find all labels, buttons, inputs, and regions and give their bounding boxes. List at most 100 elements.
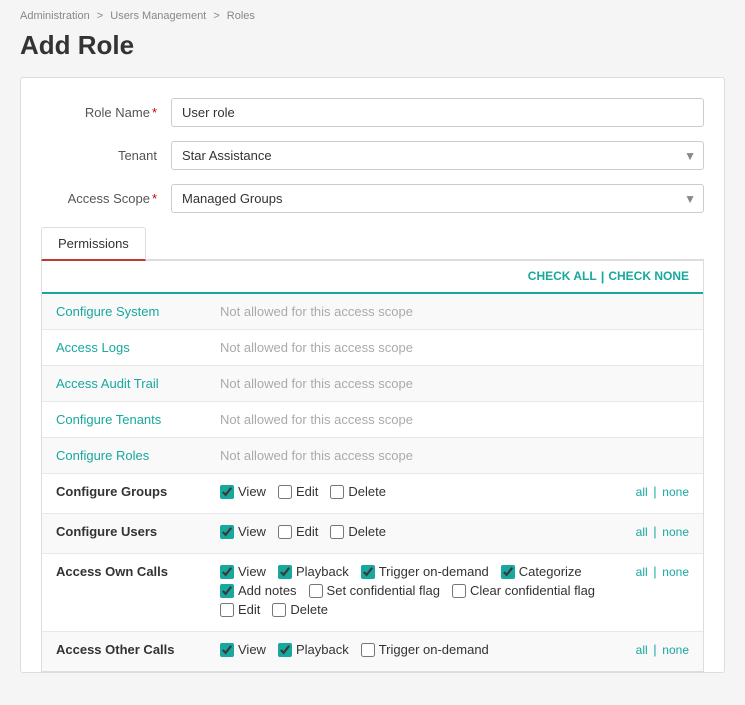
controls-wrap: View Edit Delete	[220, 524, 614, 543]
table-row: Configure Tenants Not allowed for this a…	[42, 402, 703, 438]
perm-name: Access Audit Trail	[56, 376, 159, 391]
access-scope-label: Access Scope*	[41, 191, 171, 206]
ctrl-delete[interactable]: Delete	[330, 484, 386, 499]
checkbox-trigger[interactable]	[361, 565, 375, 579]
table-row: Configure Groups View Edit Delete	[42, 474, 703, 514]
ctrl-view[interactable]: View	[220, 524, 266, 539]
all-link[interactable]: all	[636, 565, 648, 579]
check-all-link[interactable]: CHECK ALL	[528, 269, 597, 284]
controls-wrap: View Edit Delete	[220, 484, 614, 503]
ctrl-trigger[interactable]: Trigger on-demand	[361, 564, 489, 579]
perm-all-none: all | none	[636, 642, 689, 657]
tab-nav: Permissions	[41, 227, 704, 261]
all-link[interactable]: all	[636, 643, 648, 657]
ctrl-view[interactable]: View	[220, 564, 266, 579]
checkbox-clearconf[interactable]	[452, 584, 466, 598]
checkbox-addnotes[interactable]	[220, 584, 234, 598]
tab-content: CHECK ALL | CHECK NONE Configure System …	[41, 261, 704, 672]
perm-name: Configure Roles	[56, 448, 149, 463]
table-row: Access Own Calls View Playback Trigger o…	[42, 554, 703, 632]
tenant-label: Tenant	[41, 148, 171, 163]
all-link[interactable]: all	[636, 525, 648, 539]
ctrl-edit[interactable]: Edit	[220, 602, 260, 617]
table-row: Access Other Calls View Playback Trigger…	[42, 632, 703, 672]
none-link[interactable]: none	[662, 485, 689, 499]
permissions-table: Configure System Not allowed for this ac…	[42, 294, 703, 671]
perm-name: Access Logs	[56, 340, 130, 355]
checkbox-trigger[interactable]	[361, 643, 375, 657]
breadcrumb-admin[interactable]: Administration	[20, 10, 90, 22]
perm-all-none: all | none	[636, 484, 689, 499]
not-allowed-text: Not allowed for this access scope	[220, 412, 413, 427]
breadcrumb-roles[interactable]: Roles	[227, 10, 255, 22]
none-link[interactable]: none	[662, 643, 689, 657]
perm-name: Configure Groups	[56, 484, 167, 499]
checkbox-delete[interactable]	[330, 485, 344, 499]
check-separator: |	[601, 269, 605, 284]
role-name-input[interactable]	[171, 98, 704, 127]
table-row: Access Audit Trail Not allowed for this …	[42, 366, 703, 402]
none-link[interactable]: none	[662, 565, 689, 579]
perm-name: Access Other Calls	[56, 642, 175, 657]
check-none-link[interactable]: CHECK NONE	[608, 269, 689, 284]
perm-name: Configure Users	[56, 524, 157, 539]
ctrl-playback[interactable]: Playback	[278, 642, 349, 657]
tabs-section: Permissions CHECK ALL | CHECK NONE Confi…	[41, 227, 704, 672]
ctrl-playback[interactable]: Playback	[278, 564, 349, 579]
ctrl-view[interactable]: View	[220, 642, 266, 657]
not-allowed-text: Not allowed for this access scope	[220, 340, 413, 355]
tenant-row: Tenant Star Assistance ▼	[41, 141, 704, 170]
role-name-row: Role Name*	[41, 98, 704, 127]
access-scope-row: Access Scope* Managed Groups ▼	[41, 184, 704, 213]
checkbox-playback[interactable]	[278, 643, 292, 657]
tab-permissions[interactable]: Permissions	[41, 227, 146, 261]
ctrl-addnotes[interactable]: Add notes	[220, 583, 297, 598]
perm-name: Configure Tenants	[56, 412, 161, 427]
checkbox-edit[interactable]	[278, 525, 292, 539]
checkbox-playback[interactable]	[278, 565, 292, 579]
perm-all-none: all | none	[636, 564, 689, 579]
checkbox-delete[interactable]	[330, 525, 344, 539]
checkbox-delete[interactable]	[272, 603, 286, 617]
table-row: Configure Users View Edit Delete	[42, 514, 703, 554]
table-row: Configure System Not allowed for this ac…	[42, 294, 703, 330]
not-allowed-text: Not allowed for this access scope	[220, 448, 413, 463]
perm-name: Configure System	[56, 304, 159, 319]
checkbox-setconf[interactable]	[309, 584, 323, 598]
ctrl-edit[interactable]: Edit	[278, 524, 318, 539]
access-scope-select[interactable]: Managed Groups	[171, 184, 704, 213]
all-link[interactable]: all	[636, 485, 648, 499]
ctrl-delete[interactable]: Delete	[330, 524, 386, 539]
checkbox-view[interactable]	[220, 565, 234, 579]
table-row: Configure Roles Not allowed for this acc…	[42, 438, 703, 474]
table-row: Access Logs Not allowed for this access …	[42, 330, 703, 366]
ctrl-setconf[interactable]: Set confidential flag	[309, 583, 440, 598]
none-link[interactable]: none	[662, 525, 689, 539]
ctrl-delete[interactable]: Delete	[272, 602, 328, 617]
ctrl-trigger[interactable]: Trigger on-demand	[361, 642, 489, 657]
breadcrumb: Administration > Users Management > Role…	[20, 10, 725, 22]
access-scope-select-wrapper: Managed Groups ▼	[171, 184, 704, 213]
checkbox-categorize[interactable]	[501, 565, 515, 579]
ctrl-edit[interactable]: Edit	[278, 484, 318, 499]
page-title: Add Role	[20, 30, 725, 61]
ctrl-view[interactable]: View	[220, 484, 266, 499]
check-all-row: CHECK ALL | CHECK NONE	[42, 261, 703, 294]
checkbox-edit[interactable]	[220, 603, 234, 617]
page: Administration > Users Management > Role…	[0, 0, 745, 705]
ctrl-categorize[interactable]: Categorize	[501, 564, 582, 579]
ctrl-clearconf[interactable]: Clear confidential flag	[452, 583, 595, 598]
controls-wrap: View Playback Trigger on-demand Categori…	[220, 564, 614, 621]
breadcrumb-users[interactable]: Users Management	[110, 10, 206, 22]
form-card: Role Name* Tenant Star Assistance ▼ Acce…	[20, 77, 725, 673]
checkbox-edit[interactable]	[278, 485, 292, 499]
checkbox-view[interactable]	[220, 485, 234, 499]
checkbox-view[interactable]	[220, 525, 234, 539]
controls-wrap: View Playback Trigger on-demand	[220, 642, 614, 661]
not-allowed-text: Not allowed for this access scope	[220, 304, 413, 319]
tenant-select[interactable]: Star Assistance	[171, 141, 704, 170]
not-allowed-text: Not allowed for this access scope	[220, 376, 413, 391]
perm-name: Access Own Calls	[56, 564, 168, 579]
tenant-select-wrapper: Star Assistance ▼	[171, 141, 704, 170]
checkbox-view[interactable]	[220, 643, 234, 657]
